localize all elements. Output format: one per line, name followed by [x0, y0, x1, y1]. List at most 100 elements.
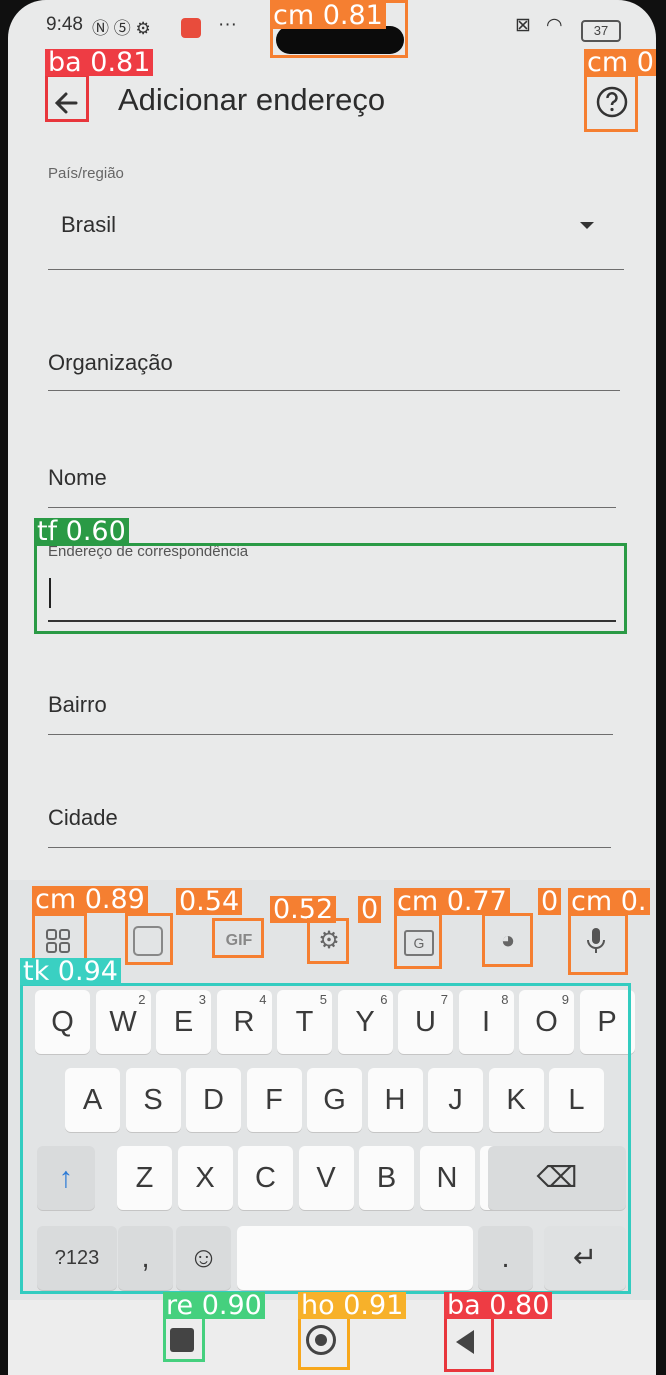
- detection-label-theme: 0: [538, 888, 562, 915]
- mail-icon: [181, 18, 201, 38]
- detection-label-help: cm 0: [584, 49, 656, 76]
- page-title: Adicionar endereço: [118, 82, 386, 117]
- key-label: J: [448, 1084, 463, 1116]
- key-p[interactable]: P: [579, 990, 635, 1054]
- key-label: O: [535, 1006, 558, 1038]
- key-f[interactable]: F: [246, 1068, 302, 1132]
- key-d[interactable]: D: [186, 1068, 241, 1132]
- key-hint: 6: [380, 992, 388, 1007]
- detection-label-recents: re 0.90: [163, 1292, 265, 1319]
- key-label: E: [173, 1006, 194, 1038]
- key-hint: 5: [319, 992, 327, 1007]
- city-field[interactable]: Cidade: [48, 790, 611, 848]
- key-a[interactable]: A: [65, 1068, 120, 1132]
- key-j[interactable]: J: [428, 1068, 483, 1132]
- key-label: F: [265, 1084, 283, 1116]
- gif-label: GIF: [225, 932, 253, 949]
- sticker-button[interactable]: [125, 918, 171, 964]
- key-hint: 4: [259, 992, 267, 1007]
- key-y[interactable]: Y6: [337, 990, 393, 1054]
- city-placeholder: Cidade: [48, 805, 118, 830]
- period-key[interactable]: .: [478, 1226, 533, 1290]
- space-key[interactable]: [237, 1226, 473, 1290]
- key-t[interactable]: T5: [277, 990, 332, 1054]
- back-button[interactable]: [46, 82, 88, 124]
- sticker-icon: [133, 926, 163, 956]
- detection-label-settings: 0: [358, 896, 382, 923]
- key-e[interactable]: E3: [156, 990, 211, 1054]
- backspace-key[interactable]: ⌫: [488, 1146, 626, 1210]
- status-time: 9:48: [46, 14, 83, 35]
- key-label: Z: [135, 1162, 154, 1194]
- detection-label-notch: cm 0.81: [270, 2, 386, 29]
- shift-key[interactable]: ↑: [37, 1146, 95, 1210]
- address-field[interactable]: Endereço de correspondência: [48, 540, 616, 624]
- detection-label-gif: 0.52: [270, 896, 337, 923]
- help-button[interactable]: [594, 84, 630, 120]
- key-x[interactable]: X: [177, 1146, 233, 1210]
- detection-label-sticker: 0.54: [176, 888, 243, 915]
- theme-button[interactable]: ◕: [485, 918, 531, 964]
- voice-input-button[interactable]: [573, 918, 619, 964]
- key-hint: 9: [561, 992, 569, 1007]
- detection-label-mic: cm 0.: [568, 888, 650, 915]
- battery-icon: 37: [581, 20, 621, 42]
- sim-icon: ⊠: [515, 15, 531, 36]
- key-label: T: [295, 1006, 314, 1038]
- key-b[interactable]: B: [359, 1146, 414, 1210]
- key-v[interactable]: V: [298, 1146, 354, 1210]
- palette-icon: ◕: [500, 927, 516, 954]
- detection-label-keyboard: tk 0.94: [20, 958, 121, 985]
- neighborhood-field[interactable]: Bairro: [48, 677, 613, 735]
- translate-icon: G: [404, 930, 434, 956]
- emoji-icon: ☺: [188, 1242, 219, 1274]
- detection-label-home: ho 0.91: [298, 1292, 407, 1319]
- organization-field[interactable]: Organização: [48, 335, 620, 391]
- emoji-key[interactable]: ☺: [176, 1226, 231, 1290]
- key-k[interactable]: K: [488, 1068, 544, 1132]
- key-s[interactable]: S: [125, 1068, 181, 1132]
- key-n[interactable]: N: [419, 1146, 475, 1210]
- key-hint: 2: [138, 992, 146, 1007]
- recents-button[interactable]: [170, 1328, 194, 1352]
- key-u[interactable]: U7: [398, 990, 453, 1054]
- enter-key[interactable]: ↵: [544, 1226, 626, 1290]
- detection-label-nav-back: ba 0.80: [444, 1292, 553, 1319]
- key-h[interactable]: H: [367, 1068, 423, 1132]
- microphone-icon: [587, 928, 605, 953]
- backspace-icon: ⌫: [536, 1162, 578, 1194]
- home-button[interactable]: [306, 1325, 336, 1355]
- nav-back-button[interactable]: [456, 1330, 474, 1354]
- key-label: D: [203, 1084, 224, 1116]
- key-hint: 7: [440, 992, 448, 1007]
- detection-label-textfield: tf 0.60: [34, 518, 129, 545]
- key-label: L: [568, 1084, 585, 1116]
- key-c[interactable]: C: [238, 1146, 293, 1210]
- key-label: A: [82, 1084, 103, 1116]
- key-r[interactable]: R4: [216, 990, 272, 1054]
- key-q[interactable]: Q: [35, 990, 90, 1054]
- country-select[interactable]: Brasil: [48, 200, 624, 270]
- key-label: R: [233, 1006, 255, 1038]
- grid-icon: [46, 929, 70, 953]
- name-field[interactable]: Nome: [48, 450, 616, 508]
- key-label: N: [436, 1162, 458, 1194]
- key-w[interactable]: W2: [95, 990, 151, 1054]
- key-label: Q: [51, 1006, 74, 1038]
- arrow-left-icon: [54, 92, 78, 114]
- key-z[interactable]: Z: [117, 1146, 172, 1210]
- key-i[interactable]: I8: [458, 990, 514, 1054]
- translate-button[interactable]: G: [396, 918, 442, 964]
- key-label: H: [384, 1084, 406, 1116]
- neighborhood-placeholder: Bairro: [48, 692, 107, 717]
- text-cursor: [49, 578, 51, 608]
- key-o[interactable]: O9: [519, 990, 574, 1054]
- key-l[interactable]: L: [549, 1068, 604, 1132]
- key-label: G: [323, 1084, 346, 1116]
- comma-key[interactable]: ,: [118, 1226, 173, 1290]
- gif-button[interactable]: GIF: [214, 918, 264, 964]
- key-label: V: [316, 1162, 336, 1194]
- key-g[interactable]: G: [307, 1068, 362, 1132]
- symbols-key[interactable]: ?123: [37, 1226, 117, 1290]
- country-underline: [48, 269, 624, 270]
